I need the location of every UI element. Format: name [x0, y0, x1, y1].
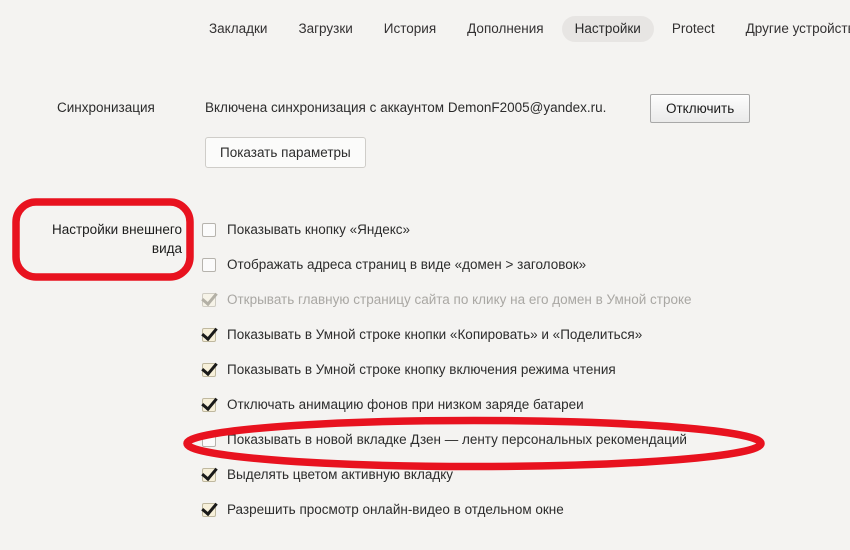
- option-label: Открывать главную страницу сайта по клик…: [227, 292, 692, 307]
- option-row-disable-background-animation-low-battery[interactable]: Отключать анимацию фонов при низком заря…: [202, 396, 802, 431]
- checkbox-show-reader-mode-button[interactable]: [202, 363, 216, 377]
- option-label: Показывать в Умной строке кнопку включен…: [227, 362, 616, 377]
- checkbox-open-homepage-on-domain-click: [202, 293, 216, 307]
- nav-tab-downloads[interactable]: Загрузки: [285, 16, 365, 42]
- main-navigation-bar: Закладки Загрузки История Дополнения Нас…: [0, 0, 850, 58]
- nav-tab-other-devices[interactable]: Другие устройства: [733, 16, 850, 42]
- disconnect-sync-button[interactable]: Отключить: [650, 94, 751, 123]
- option-row-show-zen-feed[interactable]: Показывать в новой вкладке Дзен — ленту …: [202, 431, 802, 466]
- option-row-open-homepage-on-domain-click: Открывать главную страницу сайта по клик…: [202, 291, 802, 326]
- option-label: Разрешить просмотр онлайн-видео в отдель…: [227, 502, 564, 517]
- show-sync-parameters-button[interactable]: Показать параметры: [205, 137, 366, 168]
- option-row-show-yandex-button[interactable]: Показывать кнопку «Яндекс»: [202, 221, 802, 256]
- option-row-show-domain-title-urls[interactable]: Отображать адреса страниц в виде «домен …: [202, 256, 802, 291]
- checkbox-show-zen-feed[interactable]: [202, 433, 216, 447]
- option-label: Показывать кнопку «Яндекс»: [227, 222, 411, 237]
- checkbox-show-copy-share-buttons[interactable]: [202, 328, 216, 342]
- nav-tab-bookmarks[interactable]: Закладки: [196, 16, 280, 42]
- sync-status-text: Включена синхронизация с аккаунтом Demon…: [205, 100, 607, 115]
- checkbox-show-yandex-button[interactable]: [202, 223, 216, 237]
- option-row-show-reader-mode-button[interactable]: Показывать в Умной строке кнопку включен…: [202, 361, 802, 396]
- appearance-options-list: Показывать кнопку «Яндекс» Отображать ад…: [202, 221, 802, 536]
- option-label: Показывать в Умной строке кнопки «Копиро…: [227, 327, 643, 342]
- nav-tab-history[interactable]: История: [371, 16, 449, 42]
- checkbox-highlight-active-tab[interactable]: [202, 468, 216, 482]
- option-label: Отображать адреса страниц в виде «домен …: [227, 257, 587, 272]
- checkbox-show-domain-title-urls[interactable]: [202, 258, 216, 272]
- option-row-highlight-active-tab[interactable]: Выделять цветом активную вкладку: [202, 466, 802, 501]
- sync-section-label: Синхронизация: [57, 100, 155, 115]
- nav-tab-protect[interactable]: Protect: [659, 16, 728, 42]
- appearance-label-line1: Настройки внешнего: [51, 222, 182, 237]
- option-label: Выделять цветом активную вкладку: [227, 467, 454, 482]
- checkbox-disable-background-animation-low-battery[interactable]: [202, 398, 216, 412]
- nav-tab-settings[interactable]: Настройки: [561, 16, 654, 42]
- appearance-label-line2: вида: [151, 241, 182, 256]
- appearance-section-label: Настройки внешнего вида: [22, 220, 182, 258]
- checkbox-allow-video-separate-window[interactable]: [202, 503, 216, 517]
- option-row-show-copy-share-buttons[interactable]: Показывать в Умной строке кнопки «Копиро…: [202, 326, 802, 361]
- option-label: Отключать анимацию фонов при низком заря…: [227, 397, 584, 412]
- option-label: Показывать в новой вкладке Дзен — ленту …: [227, 432, 687, 447]
- option-row-allow-video-separate-window[interactable]: Разрешить просмотр онлайн-видео в отдель…: [202, 501, 802, 536]
- nav-tab-addons[interactable]: Дополнения: [454, 16, 556, 42]
